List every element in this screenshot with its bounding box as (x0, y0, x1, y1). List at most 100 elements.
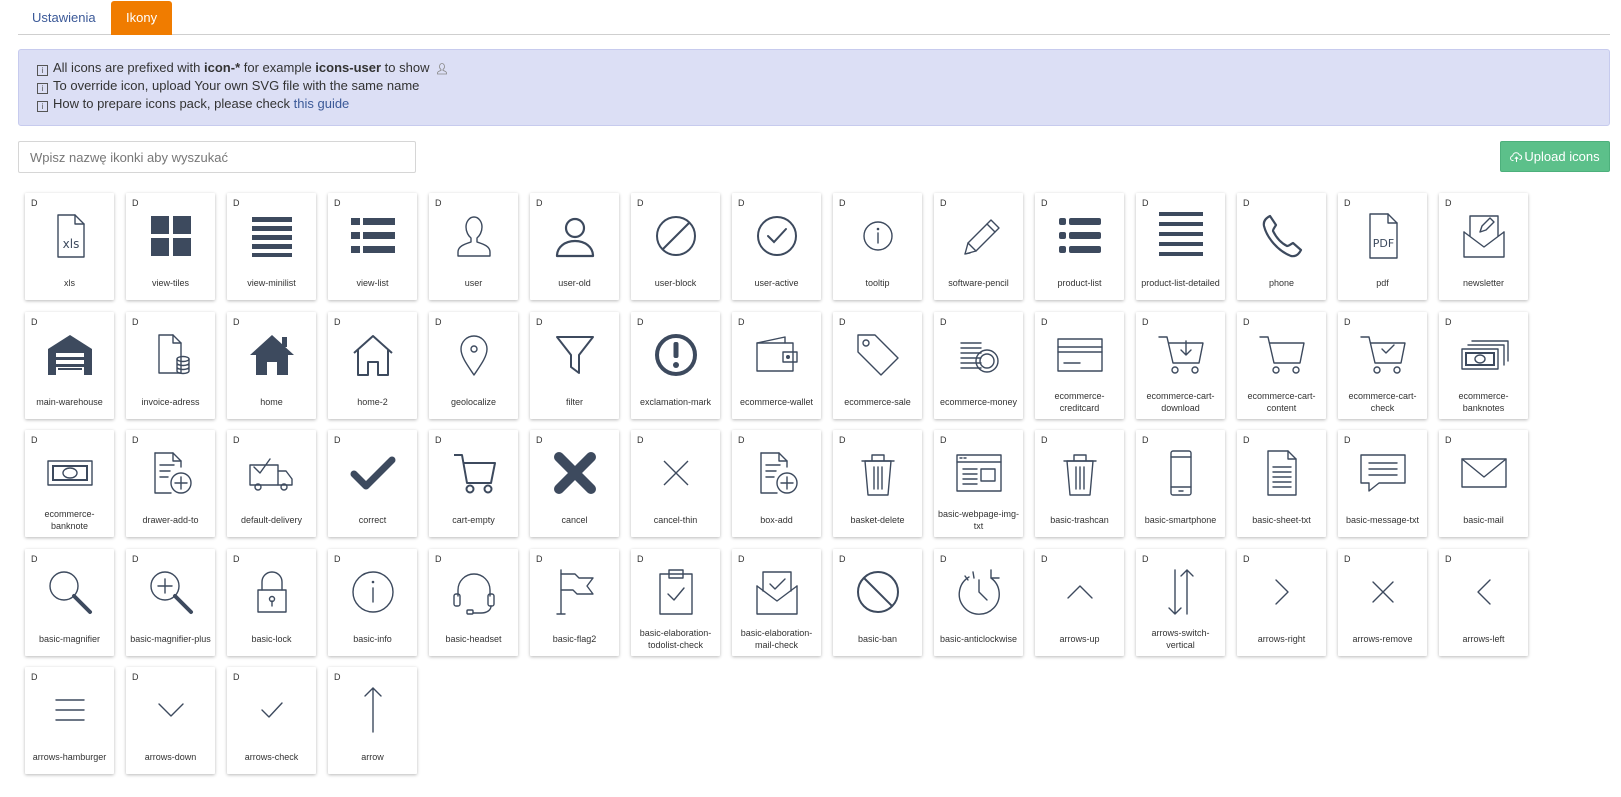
icon-card[interactable]: Duser (429, 193, 518, 300)
icon-card-label: basic-elaboration-mail-check (740, 628, 813, 650)
icon-card[interactable]: Dbox-add (732, 430, 821, 537)
icon-card[interactable]: Decommerce-money (934, 312, 1023, 419)
icon-card[interactable]: Darrows-check (227, 667, 316, 774)
icon-card[interactable]: Darrows-up (1035, 549, 1124, 656)
icon-card-label: basic-elaboration-todolist-check (639, 628, 712, 650)
icon-card[interactable]: Dbasic-ban (833, 549, 922, 656)
icon-card[interactable]: Decommerce-wallet (732, 312, 821, 419)
icon-card[interactable]: Dnewsletter (1439, 193, 1528, 300)
info-text: All icons are prefixed with (53, 60, 205, 75)
icon-card[interactable]: Darrows-remove (1338, 549, 1427, 656)
guide-link[interactable]: this guide (294, 96, 350, 111)
icon-card[interactable]: Darrows-left (1439, 549, 1528, 656)
icon-card[interactable]: Darrow (328, 667, 417, 774)
icon-card[interactable]: Decommerce-sale (833, 312, 922, 419)
icon-card[interactable]: Dinvoice-adress (126, 312, 215, 419)
icon-card[interactable]: Dcart-empty (429, 430, 518, 537)
home-icon (246, 329, 298, 381)
icon-card[interactable]: Duser-active (732, 193, 821, 300)
icon-card[interactable]: Dbasic-mail (1439, 430, 1528, 537)
ecommerce-creditcard-icon (1054, 329, 1106, 381)
icon-card[interactable]: Dbasic-flag2 (530, 549, 619, 656)
icon-card[interactable]: Dview-minilist (227, 193, 316, 300)
icon-card-label: product-list (1057, 278, 1102, 288)
icon-card[interactable]: Dbasket-delete (833, 430, 922, 537)
icon-card[interactable]: Decommerce-cart-content (1237, 312, 1326, 419)
icon-card[interactable]: Darrows-down (126, 667, 215, 774)
default-badge: D (132, 672, 139, 682)
icon-card[interactable]: Dbasic-anticlockwise (934, 549, 1023, 656)
default-badge: D (1344, 435, 1351, 445)
basic-anticlockwise-icon (953, 566, 1005, 618)
user-old-icon (549, 210, 601, 262)
default-badge: D (31, 435, 38, 445)
icon-card[interactable]: Dcorrect (328, 430, 417, 537)
icon-card[interactable]: Darrows-right (1237, 549, 1326, 656)
icon-card[interactable]: D PDF pdf (1338, 193, 1427, 300)
info-icon: i (37, 83, 48, 94)
icon-card[interactable]: Dcancel-thin (631, 430, 720, 537)
icon-card[interactable]: Dbasic-webpage-img-txt (934, 430, 1023, 537)
icon-card[interactable]: Dgeolocalize (429, 312, 518, 419)
icon-card-label: geolocalize (450, 397, 497, 407)
icon-card[interactable]: Dbasic-smartphone (1136, 430, 1225, 537)
default-badge: D (132, 317, 139, 327)
ecommerce-cart-content-icon (1256, 329, 1308, 381)
default-badge: D (940, 198, 947, 208)
icon-card[interactable]: Dhome (227, 312, 316, 419)
icon-card[interactable]: Dbasic-magnifier (25, 549, 114, 656)
default-badge: D (334, 672, 341, 682)
icon-card[interactable]: Decommerce-banknotes (1439, 312, 1528, 419)
icon-card[interactable]: Duser-old (530, 193, 619, 300)
icon-card[interactable]: Decommerce-banknote (25, 430, 114, 537)
icon-card-label: basic-mail (1463, 515, 1504, 525)
icon-card[interactable]: Dxls xls (25, 193, 114, 300)
icon-card[interactable]: Dbasic-sheet-txt (1237, 430, 1326, 537)
icon-card[interactable]: Ddefault-delivery (227, 430, 316, 537)
icon-card[interactable]: Dsoftware-pencil (934, 193, 1023, 300)
icon-card[interactable]: Dproduct-list (1035, 193, 1124, 300)
icon-card[interactable]: Dtooltip (833, 193, 922, 300)
drawer-add-to-icon (145, 447, 197, 499)
icon-card[interactable]: Dfilter (530, 312, 619, 419)
upload-icons-button[interactable]: Upload icons (1500, 141, 1610, 172)
icon-card[interactable]: Dbasic-elaboration-todolist-check (631, 549, 720, 656)
icon-card[interactable]: Dview-tiles (126, 193, 215, 300)
icon-card[interactable]: Dphone (1237, 193, 1326, 300)
arrows-check-icon (246, 684, 298, 736)
icon-card[interactable]: Decommerce-cart-check (1338, 312, 1427, 419)
icon-card-label: basic-anticlockwise (939, 634, 1018, 644)
icon-card[interactable]: Darrows-switch-vertical (1136, 549, 1225, 656)
arrows-up-icon (1054, 566, 1106, 618)
icon-card[interactable]: Dexclamation-mark (631, 312, 720, 419)
tab-ikony[interactable]: Ikony (111, 1, 173, 35)
icon-card[interactable]: Dbasic-elaboration-mail-check (732, 549, 821, 656)
ecommerce-cart-check-icon (1357, 329, 1409, 381)
info-code-example: icons-user (315, 60, 382, 75)
icon-card[interactable]: Dbasic-lock (227, 549, 316, 656)
icon-card[interactable]: Dhome-2 (328, 312, 417, 419)
icon-card[interactable]: Dproduct-list-detailed (1136, 193, 1225, 300)
xls-icon: xls (44, 210, 96, 262)
default-badge: D (1243, 198, 1250, 208)
icon-card[interactable]: Dbasic-message-txt (1338, 430, 1427, 537)
icon-card[interactable]: Dbasic-info (328, 549, 417, 656)
icon-card[interactable]: Dbasic-headset (429, 549, 518, 656)
icon-card[interactable]: Dbasic-magnifier-plus (126, 549, 215, 656)
icon-card[interactable]: Dbasic-trashcan (1035, 430, 1124, 537)
icon-card[interactable]: Dview-list (328, 193, 417, 300)
icon-card[interactable]: Ddrawer-add-to (126, 430, 215, 537)
default-badge: D (1344, 198, 1351, 208)
icon-card[interactable]: Decommerce-cart-download (1136, 312, 1225, 419)
basic-headset-icon (448, 566, 500, 618)
icon-card[interactable]: Darrows-hamburger (25, 667, 114, 774)
tab-ustawienia[interactable]: Ustawienia (18, 1, 110, 35)
basic-magnifier-icon (44, 566, 96, 618)
icon-card[interactable]: Dmain-warehouse (25, 312, 114, 419)
basket-delete-icon (852, 447, 904, 499)
icon-card[interactable]: Dcancel (530, 430, 619, 537)
icon-card[interactable]: Decommerce-creditcard (1035, 312, 1124, 419)
default-badge: D (839, 435, 846, 445)
icon-search-input[interactable] (18, 141, 416, 173)
icon-card[interactable]: Duser-block (631, 193, 720, 300)
